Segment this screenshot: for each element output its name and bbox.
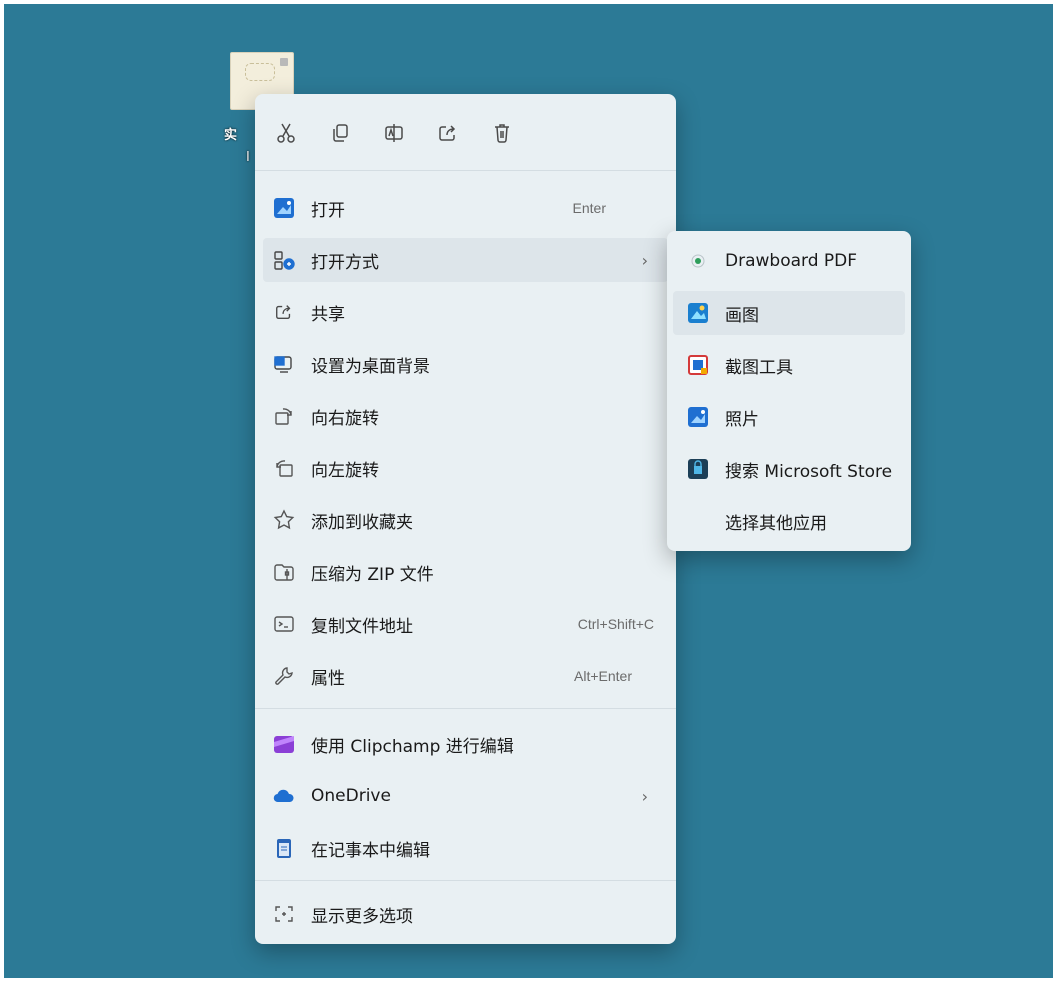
chevron-right-icon: › bbox=[641, 250, 648, 270]
open-with-submenu: Drawboard PDF 画图 截图工具 照片 搜索 Microsoft St bbox=[667, 231, 911, 551]
submenu-item-choose-another-app[interactable]: 选择其他应用 bbox=[673, 499, 905, 543]
menu-item-add-to-favorites[interactable]: 添加到收藏夹 bbox=[263, 498, 668, 542]
menu-item-label: OneDrive bbox=[311, 786, 391, 806]
zip-folder-icon bbox=[271, 559, 297, 585]
desktop: 实 I 打开 Enter 打开方式 › 共享 设置为桌面背景 向右旋转 向左旋转… bbox=[4, 4, 1053, 978]
menu-item-share[interactable]: 共享 bbox=[263, 290, 668, 334]
rename-button[interactable] bbox=[377, 116, 411, 150]
share-button[interactable] bbox=[431, 116, 465, 150]
blank-icon-slot bbox=[687, 510, 709, 532]
menu-item-rotate-right[interactable]: 向右旋转 bbox=[263, 394, 668, 438]
menu-item-rotate-left[interactable]: 向左旋转 bbox=[263, 446, 668, 490]
copy-icon bbox=[333, 124, 348, 142]
photos-app-icon bbox=[271, 195, 297, 221]
menu-divider bbox=[255, 708, 676, 709]
submenu-item-label: 画图 bbox=[725, 305, 759, 326]
star-icon bbox=[271, 507, 297, 533]
menu-item-edit-in-notepad[interactable]: 在记事本中编辑 bbox=[263, 826, 668, 870]
menu-item-label: 向左旋转 bbox=[311, 460, 379, 481]
menu-item-properties[interactable]: 属性 Alt+Enter bbox=[263, 654, 668, 698]
desktop-file-label-line2: I bbox=[246, 150, 250, 165]
menu-item-set-desktop-background[interactable]: 设置为桌面背景 bbox=[263, 342, 668, 386]
open-with-icon bbox=[271, 247, 297, 273]
menu-item-shortcut: Alt+Enter bbox=[574, 668, 632, 684]
drawboard-pdf-icon bbox=[687, 250, 709, 272]
menu-item-onedrive[interactable]: OneDrive › bbox=[263, 774, 668, 818]
share-icon bbox=[439, 125, 456, 141]
wrench-icon bbox=[271, 663, 297, 689]
menu-item-label: 共享 bbox=[311, 304, 345, 325]
submenu-item-snipping-tool[interactable]: 截图工具 bbox=[673, 343, 905, 387]
onedrive-cloud-icon bbox=[271, 783, 297, 809]
rotate-left-icon bbox=[271, 455, 297, 481]
submenu-item-label: 选择其他应用 bbox=[725, 513, 827, 534]
menu-item-label: 添加到收藏夹 bbox=[311, 512, 413, 533]
delete-icon bbox=[495, 124, 509, 143]
clipchamp-icon bbox=[271, 731, 297, 757]
desktop-file-label[interactable]: 实 bbox=[224, 124, 237, 143]
submenu-item-label: 照片 bbox=[725, 409, 759, 430]
menu-item-open-with[interactable]: 打开方式 › bbox=[263, 238, 668, 282]
copy-button[interactable] bbox=[323, 116, 357, 150]
menu-item-label: 复制文件地址 bbox=[311, 616, 413, 637]
menu-item-label: 显示更多选项 bbox=[311, 906, 413, 927]
chevron-right-icon: › bbox=[641, 786, 648, 806]
paint-app-icon bbox=[687, 302, 709, 324]
rename-icon bbox=[385, 124, 403, 142]
menu-divider bbox=[255, 880, 676, 881]
menu-item-label: 向右旋转 bbox=[311, 408, 379, 429]
share-icon bbox=[271, 299, 297, 325]
set-background-icon bbox=[271, 351, 297, 377]
copy-path-icon bbox=[271, 611, 297, 637]
menu-item-shortcut: Enter bbox=[572, 200, 606, 216]
menu-item-label: 属性 bbox=[311, 668, 345, 689]
snipping-tool-icon bbox=[687, 354, 709, 376]
microsoft-store-icon bbox=[687, 458, 709, 480]
photos-app-icon bbox=[687, 406, 709, 428]
context-menu: 打开 Enter 打开方式 › 共享 设置为桌面背景 向右旋转 向左旋转 添加到… bbox=[255, 94, 676, 944]
menu-item-shortcut: Ctrl+Shift+C bbox=[577, 616, 654, 632]
submenu-item-photos[interactable]: 照片 bbox=[673, 395, 905, 439]
notepad-icon bbox=[271, 835, 297, 861]
menu-item-label: 打开 bbox=[311, 200, 345, 221]
menu-item-open[interactable]: 打开 Enter bbox=[263, 186, 668, 230]
menu-item-label: 在记事本中编辑 bbox=[311, 840, 430, 861]
cut-icon bbox=[277, 123, 295, 143]
submenu-item-label: 截图工具 bbox=[725, 357, 793, 378]
menu-divider bbox=[255, 170, 676, 171]
context-menu-toolbar bbox=[255, 94, 676, 166]
rotate-right-icon bbox=[271, 403, 297, 429]
thumbnail-corner-icon bbox=[280, 58, 288, 66]
menu-item-label: 压缩为 ZIP 文件 bbox=[311, 564, 434, 585]
submenu-item-label: 搜索 Microsoft Store bbox=[725, 461, 893, 482]
menu-item-label: 使用 Clipchamp 进行编辑 bbox=[311, 736, 514, 757]
cut-button[interactable] bbox=[269, 116, 303, 150]
menu-item-label: 打开方式 bbox=[311, 252, 379, 273]
submenu-item-label: Drawboard PDF bbox=[725, 251, 858, 271]
submenu-item-paint[interactable]: 画图 bbox=[673, 291, 905, 335]
delete-button[interactable] bbox=[485, 116, 519, 150]
menu-item-show-more-options[interactable]: 显示更多选项 bbox=[263, 892, 668, 936]
menu-item-label: 设置为桌面背景 bbox=[311, 356, 430, 377]
menu-item-compress-zip[interactable]: 压缩为 ZIP 文件 bbox=[263, 550, 668, 594]
menu-item-edit-with-clipchamp[interactable]: 使用 Clipchamp 进行编辑 bbox=[263, 722, 668, 766]
thumbnail-content bbox=[245, 63, 275, 81]
more-options-icon bbox=[271, 901, 297, 927]
submenu-item-drawboard-pdf[interactable]: Drawboard PDF bbox=[673, 239, 905, 283]
submenu-item-search-microsoft-store[interactable]: 搜索 Microsoft Store bbox=[673, 447, 905, 491]
menu-item-copy-path[interactable]: 复制文件地址 Ctrl+Shift+C bbox=[263, 602, 668, 646]
